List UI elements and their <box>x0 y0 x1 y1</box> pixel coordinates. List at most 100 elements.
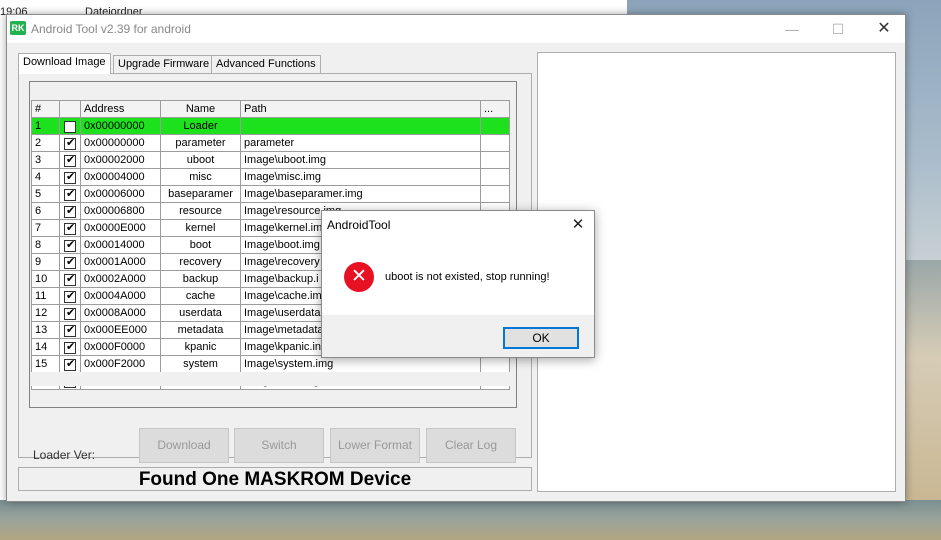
col-header-more[interactable]: ... <box>480 100 510 118</box>
checkbox-icon[interactable] <box>64 221 76 235</box>
row-path[interactable]: Image\uboot.img <box>240 151 481 169</box>
row-path[interactable]: parameter <box>240 134 481 152</box>
checkbox-icon[interactable] <box>64 306 76 320</box>
row-checkbox[interactable] <box>59 236 81 254</box>
row-address: 0x0002A000 <box>80 270 161 288</box>
checkbox-icon[interactable] <box>64 120 76 133</box>
row-number: 1 <box>31 117 60 135</box>
row-checkbox[interactable] <box>59 321 81 339</box>
row-browse[interactable] <box>480 185 510 203</box>
checkbox-icon[interactable] <box>64 272 76 286</box>
row-number: 13 <box>31 321 60 339</box>
tab-download-image[interactable]: Download Image <box>18 53 111 74</box>
row-name: kernel <box>160 219 241 237</box>
table-row[interactable]: 4 0x00004000miscImage\misc.img <box>31 168 510 186</box>
table-header-row: # Address Name Path ... <box>31 100 510 118</box>
row-name: Loader <box>160 117 241 135</box>
desktop-shore <box>0 500 941 540</box>
checkbox-icon[interactable] <box>64 204 76 218</box>
row-checkbox[interactable] <box>59 338 81 356</box>
row-browse[interactable] <box>480 117 510 135</box>
ok-button[interactable]: OK <box>503 327 579 349</box>
minimize-button[interactable]: — <box>769 15 815 43</box>
row-number: 11 <box>31 287 60 305</box>
checkbox-icon[interactable] <box>64 136 76 150</box>
table-row[interactable]: 20x00000000parameterparameter <box>31 134 510 152</box>
row-number: 15 <box>31 355 60 373</box>
checkbox-icon[interactable] <box>64 238 76 252</box>
col-header-check[interactable] <box>59 100 81 118</box>
row-address: 0x00006000 <box>80 185 161 203</box>
dialog-message: uboot is not existed, stop running! <box>385 271 550 283</box>
dialog-close-icon[interactable]: ✕ <box>567 214 589 236</box>
row-checkbox[interactable] <box>59 117 81 135</box>
checkbox-icon[interactable] <box>64 255 76 269</box>
table-row[interactable]: 15 0x000F2000systemImage\system.img <box>31 355 510 373</box>
clear-log-button[interactable]: Clear Log <box>426 428 516 463</box>
title-bar[interactable]: RK Android Tool v2.39 for android — ☐ ✕ <box>7 15 905 43</box>
tab-advanced-functions[interactable]: Advanced Functions <box>211 55 321 73</box>
row-browse[interactable] <box>480 151 510 169</box>
row-checkbox[interactable] <box>59 185 81 203</box>
row-browse[interactable] <box>480 355 510 373</box>
row-number: 3 <box>31 151 60 169</box>
checkbox-icon[interactable] <box>64 357 76 371</box>
row-name: resource <box>160 202 241 220</box>
row-address: 0x0000E000 <box>80 219 161 237</box>
dialog-title: AndroidTool <box>327 218 391 232</box>
table-row[interactable]: 5 0x00006000baseparamerImage\baseparamer.… <box>31 185 510 203</box>
row-path[interactable]: Image\baseparamer.img <box>240 185 481 203</box>
checkbox-icon[interactable] <box>64 340 76 354</box>
checkbox-icon[interactable] <box>64 323 76 337</box>
row-path[interactable]: Image\system.img <box>240 355 481 373</box>
row-checkbox[interactable] <box>59 151 81 169</box>
checkbox-icon[interactable] <box>64 153 76 167</box>
row-name: recovery <box>160 253 241 271</box>
row-checkbox[interactable] <box>59 270 81 288</box>
row-address: 0x000EE000 <box>80 321 161 339</box>
row-address: 0x0008A000 <box>80 304 161 322</box>
row-name: system <box>160 355 241 373</box>
row-address: 0x00006800 <box>80 202 161 220</box>
col-header-address[interactable]: Address <box>80 100 161 118</box>
checkbox-icon[interactable] <box>64 187 76 201</box>
row-name: backup <box>160 270 241 288</box>
row-checkbox[interactable] <box>59 134 81 152</box>
switch-button[interactable]: Switch <box>234 428 324 463</box>
row-path[interactable] <box>240 117 481 135</box>
row-number: 5 <box>31 185 60 203</box>
row-checkbox[interactable] <box>59 168 81 186</box>
dialog-footer: OK <box>322 315 594 357</box>
rk-app-icon: RK <box>10 21 26 35</box>
checkbox-icon[interactable] <box>64 170 76 184</box>
col-header-path[interactable]: Path <box>240 100 481 118</box>
row-checkbox[interactable] <box>59 304 81 322</box>
row-checkbox[interactable] <box>59 355 81 373</box>
tab-upgrade-firmware[interactable]: Upgrade Firmware <box>113 55 215 73</box>
row-address: 0x000F2000 <box>80 355 161 373</box>
maximize-button[interactable]: ☐ <box>815 15 861 43</box>
row-number: 9 <box>31 253 60 271</box>
col-header-name[interactable]: Name <box>160 100 241 118</box>
device-status-text: Found One MASKROM Device <box>138 469 412 490</box>
download-button[interactable]: Download <box>139 428 229 463</box>
row-checkbox[interactable] <box>59 253 81 271</box>
row-browse[interactable] <box>480 134 510 152</box>
close-window-button[interactable]: ✕ <box>861 15 907 43</box>
table-row[interactable]: 3 0x00002000ubootImage\uboot.img <box>31 151 510 169</box>
row-checkbox[interactable] <box>59 287 81 305</box>
row-name: uboot <box>160 151 241 169</box>
row-address: 0x00004000 <box>80 168 161 186</box>
lower-format-button[interactable]: Lower Format <box>330 428 420 463</box>
row-name: misc <box>160 168 241 186</box>
row-checkbox[interactable] <box>59 219 81 237</box>
row-path[interactable]: Image\misc.img <box>240 168 481 186</box>
row-number: 14 <box>31 338 60 356</box>
col-header-number[interactable]: # <box>31 100 60 118</box>
row-number: 7 <box>31 219 60 237</box>
checkbox-icon[interactable] <box>64 289 76 303</box>
table-row[interactable]: 1 0x00000000 Loader <box>31 117 510 135</box>
row-browse[interactable] <box>480 168 510 186</box>
row-name: parameter <box>160 134 241 152</box>
row-checkbox[interactable] <box>59 202 81 220</box>
